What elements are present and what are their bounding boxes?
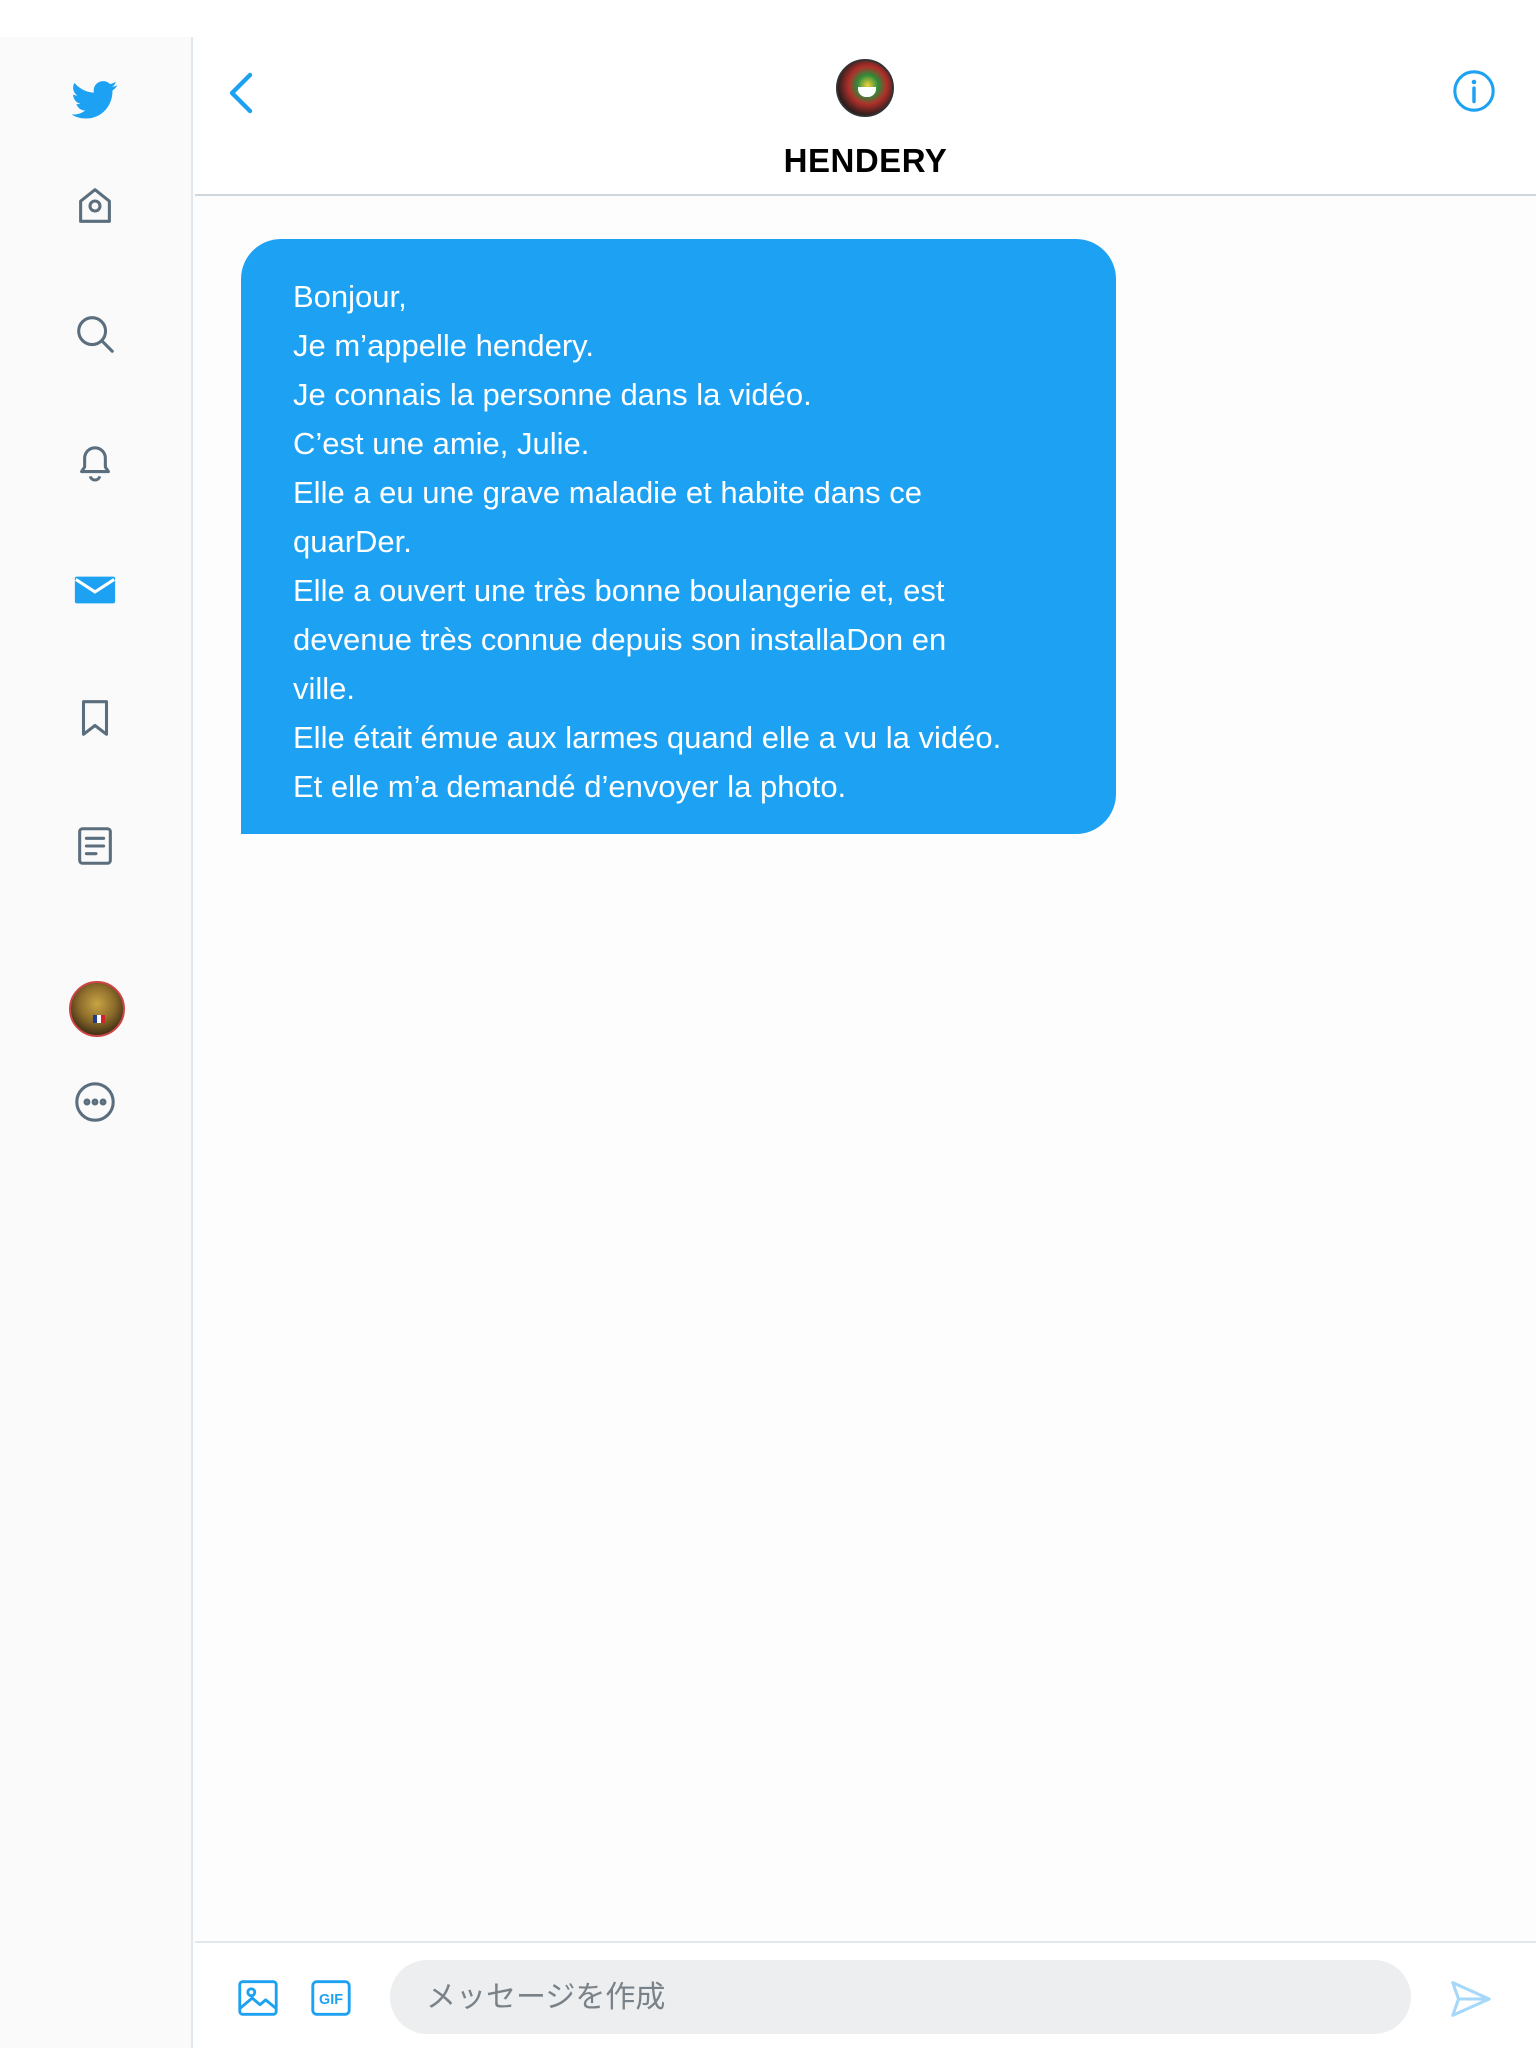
back-button[interactable] bbox=[219, 67, 263, 119]
message-bubble[interactable]: Bonjour, Je m’appelle hendery. Je connai… bbox=[241, 239, 1116, 834]
message-line: Bonjour, bbox=[293, 279, 407, 314]
profile-avatar[interactable] bbox=[69, 981, 125, 1037]
search-icon[interactable] bbox=[63, 302, 127, 366]
info-icon bbox=[1453, 70, 1495, 112]
sidebar bbox=[0, 37, 193, 2048]
add-gif-button[interactable]: GIF bbox=[306, 1973, 356, 2023]
image-icon bbox=[238, 1980, 278, 2016]
message-line: Et elle m’a demandé d’envoyer la photo. bbox=[293, 769, 847, 804]
bookmark-icon[interactable] bbox=[63, 686, 127, 750]
twitter-bird-icon[interactable] bbox=[63, 67, 127, 131]
message-line: Elle a eu une grave maladie et habite da… bbox=[293, 475, 923, 510]
message-composer: GIF bbox=[195, 1941, 1536, 2048]
messages-envelope-icon[interactable] bbox=[63, 558, 127, 622]
message-line: quarDer. bbox=[293, 524, 412, 559]
gif-icon: GIF bbox=[311, 1980, 351, 2016]
conversation-name[interactable]: HENDERY bbox=[195, 142, 1536, 180]
flag-badge bbox=[93, 1015, 105, 1023]
more-icon[interactable] bbox=[63, 1070, 127, 1134]
conversation-header: HENDERY bbox=[195, 37, 1536, 196]
message-input[interactable] bbox=[390, 1960, 1411, 2034]
chevron-left-icon bbox=[229, 72, 253, 114]
notifications-bell-icon[interactable] bbox=[63, 430, 127, 494]
message-line: Je connais la personne dans la vidéo. bbox=[293, 377, 812, 412]
gif-label: GIF bbox=[319, 1992, 343, 2008]
message-line: C’est une amie, Julie. bbox=[293, 426, 590, 461]
send-icon bbox=[1451, 1981, 1491, 2017]
message-line: ville. bbox=[293, 671, 356, 706]
lists-icon[interactable] bbox=[63, 814, 127, 878]
info-button[interactable] bbox=[1448, 65, 1500, 117]
message-line: Elle était émue aux larmes quand elle a … bbox=[293, 720, 1002, 755]
message-line: Je m’appelle hendery. bbox=[293, 328, 594, 363]
message-line: Elle a ouvert une très bonne boulangerie… bbox=[293, 573, 945, 608]
add-image-button[interactable] bbox=[233, 1973, 283, 2023]
conversation-avatar[interactable] bbox=[836, 59, 894, 117]
status-strip bbox=[0, 0, 1536, 37]
send-button[interactable] bbox=[1443, 1971, 1499, 2027]
conversation-pane: HENDERY Bonjour, Je m’appelle hendery. J… bbox=[195, 37, 1536, 2048]
message-line: devenue très connue depuis son installaD… bbox=[293, 622, 947, 657]
home-icon[interactable] bbox=[63, 174, 127, 238]
